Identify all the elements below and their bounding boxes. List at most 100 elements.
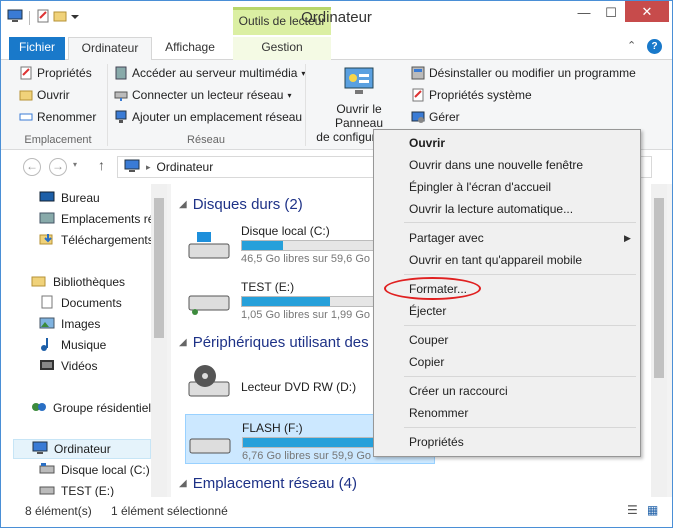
menu-item-eject[interactable]: Éjecter <box>409 301 446 321</box>
system-properties-label: Propriétés système <box>429 88 532 102</box>
nav-item-documents[interactable]: Documents <box>39 293 167 313</box>
context-menu: Ouvrir Ouvrir dans une nouvelle fenêtre … <box>373 129 641 457</box>
nav-item-label: Groupe résidentiel <box>53 401 152 415</box>
nav-item-videos[interactable]: Vidéos <box>39 356 167 376</box>
nav-item-label: Images <box>61 317 101 331</box>
nav-item-drive-e[interactable]: TEST (E:) <box>39 481 167 497</box>
nav-item-recent[interactable]: Emplacements récents <box>39 209 151 229</box>
recent-locations-icon[interactable]: ▾ <box>73 160 77 169</box>
nav-item-libraries[interactable]: Bibliothèques <box>31 272 167 292</box>
close-button[interactable]: ✕ <box>625 1 669 22</box>
tab-fichier[interactable]: Fichier <box>9 37 65 60</box>
minimize-button[interactable]: — <box>571 5 597 25</box>
collapse-arrow-icon: ◢ <box>179 478 187 489</box>
rename-label: Renommer <box>37 110 97 124</box>
hard-drive-icon <box>39 483 55 498</box>
nav-item-homegroup[interactable]: Groupe résidentiel <box>31 398 167 418</box>
tab-ordinateur[interactable]: Ordinateur <box>68 37 152 61</box>
homegroup-icon <box>31 400 47 417</box>
menu-item-pin-start[interactable]: Épingler à l'écran d'accueil <box>409 177 551 197</box>
tab-gestion[interactable]: Gestion <box>233 37 331 60</box>
help-icon[interactable]: ? <box>647 39 662 54</box>
tab-affichage[interactable]: Affichage <box>154 37 226 60</box>
ribbon-collapse-icon[interactable]: ⌃ <box>627 39 636 52</box>
nav-item-label: Bureau <box>61 191 100 205</box>
add-network-location-label: Ajouter un emplacement réseau <box>132 110 303 124</box>
recent-places-icon <box>39 211 55 228</box>
menu-item-create-shortcut[interactable]: Créer un raccourci <box>409 381 508 401</box>
nav-item-label: Bibliothèques <box>53 275 126 289</box>
system-properties-button[interactable]: Propriétés système <box>411 88 532 102</box>
map-network-drive-label: Connecter un lecteur réseau <box>132 88 284 102</box>
dropdown-arrow-icon: ▾ <box>287 90 292 100</box>
menu-item-open-new-window[interactable]: Ouvrir dans une nouvelle fenêtre <box>409 155 583 175</box>
up-arrow-icon[interactable]: ↑ <box>98 157 105 173</box>
control-panel-label-line1: Ouvrir le Panneau <box>334 102 384 130</box>
menu-item-autoplay[interactable]: Ouvrir la lecture automatique... <box>409 199 573 219</box>
nav-item-label: Documents <box>61 296 122 310</box>
nav-item-computer[interactable]: Ordinateur <box>13 439 151 459</box>
menu-item-open-as-portable[interactable]: Ouvrir en tant qu'appareil mobile <box>409 250 582 270</box>
menu-item-open[interactable]: Ouvrir <box>409 133 445 153</box>
properties-button[interactable]: Propriétés <box>19 66 92 80</box>
add-network-location-button[interactable]: Ajouter un emplacement réseau <box>114 110 302 124</box>
content-scrollbar[interactable] <box>651 184 667 497</box>
nav-item-label: Vidéos <box>61 359 98 373</box>
nav-item-drive-c[interactable]: Disque local (C:) <box>39 460 167 480</box>
media-server-button[interactable]: Accéder au serveur multimédia ▾ <box>114 66 305 80</box>
uninstall-program-button[interactable]: Désinstaller ou modifier un programme <box>411 66 636 80</box>
nav-item-music[interactable]: Musique <box>39 335 167 355</box>
properties-icon <box>19 66 33 80</box>
menu-item-format[interactable]: Formater... <box>409 279 467 299</box>
group-header-label: Emplacement réseau (4) <box>192 475 357 492</box>
open-label: Ouvrir <box>37 88 70 102</box>
media-server-icon <box>114 66 128 80</box>
menu-item-copy[interactable]: Copier <box>409 352 444 372</box>
nav-item-downloads[interactable]: Téléchargements <box>39 230 151 250</box>
nav-item-label: Ordinateur <box>54 442 111 456</box>
videos-icon <box>39 358 55 375</box>
nav-pane-scroll-thumb[interactable] <box>154 198 164 338</box>
manage-label: Gérer <box>429 110 460 124</box>
back-arrow-icon[interactable]: ← <box>23 158 41 176</box>
downloads-icon <box>39 232 55 249</box>
group-separator <box>305 64 306 146</box>
tiles-view-icon[interactable]: ▦ <box>647 503 658 517</box>
submenu-arrow-icon: ▶ <box>624 233 631 243</box>
group-label-emplacement: Emplacement <box>24 134 92 146</box>
navigation-pane: Bureau Emplacements récents Téléchargeme… <box>1 184 167 497</box>
forward-arrow-icon[interactable]: → <box>49 158 67 176</box>
dvd-drive-icon <box>187 364 233 400</box>
menu-separator <box>404 325 636 326</box>
music-icon <box>39 337 55 354</box>
menu-item-properties[interactable]: Propriétés <box>409 432 464 452</box>
nav-item-label: TEST (E:) <box>61 484 115 497</box>
menu-item-cut[interactable]: Couper <box>409 330 448 350</box>
network-hard-drive-icon <box>187 288 233 316</box>
drive-usage-fill <box>242 297 331 306</box>
group-header-label: Disques durs (2) <box>192 196 303 213</box>
manage-button[interactable]: Gérer <box>411 110 460 124</box>
group-header-network[interactable]: ◢ Emplacement réseau (4) <box>179 475 357 492</box>
drive-free-space: 6,76 Go libres sur 59,9 Go <box>242 450 372 462</box>
group-header-hard-drives[interactable]: ◢ Disques durs (2) <box>179 196 303 213</box>
menu-separator <box>404 427 636 428</box>
group-header-devices[interactable]: ◢ Périphériques utilisant des s <box>179 334 380 351</box>
item-count: 8 élément(s) <box>25 504 92 518</box>
nav-item-bureau[interactable]: Bureau <box>39 188 167 208</box>
menu-separator <box>404 274 636 275</box>
menu-item-share-with[interactable]: Partager avec <box>409 228 484 248</box>
computer-icon <box>124 159 140 176</box>
details-view-icon[interactable]: ☰ <box>627 503 638 517</box>
rename-icon <box>19 110 33 124</box>
open-button[interactable]: Ouvrir <box>19 88 70 102</box>
maximize-button[interactable]: ☐ <box>598 5 624 25</box>
uninstall-program-label: Désinstaller ou modifier un programme <box>429 66 636 80</box>
collapse-arrow-icon: ◢ <box>179 199 187 210</box>
map-network-drive-button[interactable]: Connecter un lecteur réseau ▾ <box>114 88 291 102</box>
nav-item-images[interactable]: Images <box>39 314 167 334</box>
rename-button[interactable]: Renommer <box>19 110 96 124</box>
nav-pane-scrollbar[interactable] <box>151 184 167 497</box>
menu-item-rename[interactable]: Renommer <box>409 403 468 423</box>
content-scroll-thumb[interactable] <box>654 198 664 378</box>
